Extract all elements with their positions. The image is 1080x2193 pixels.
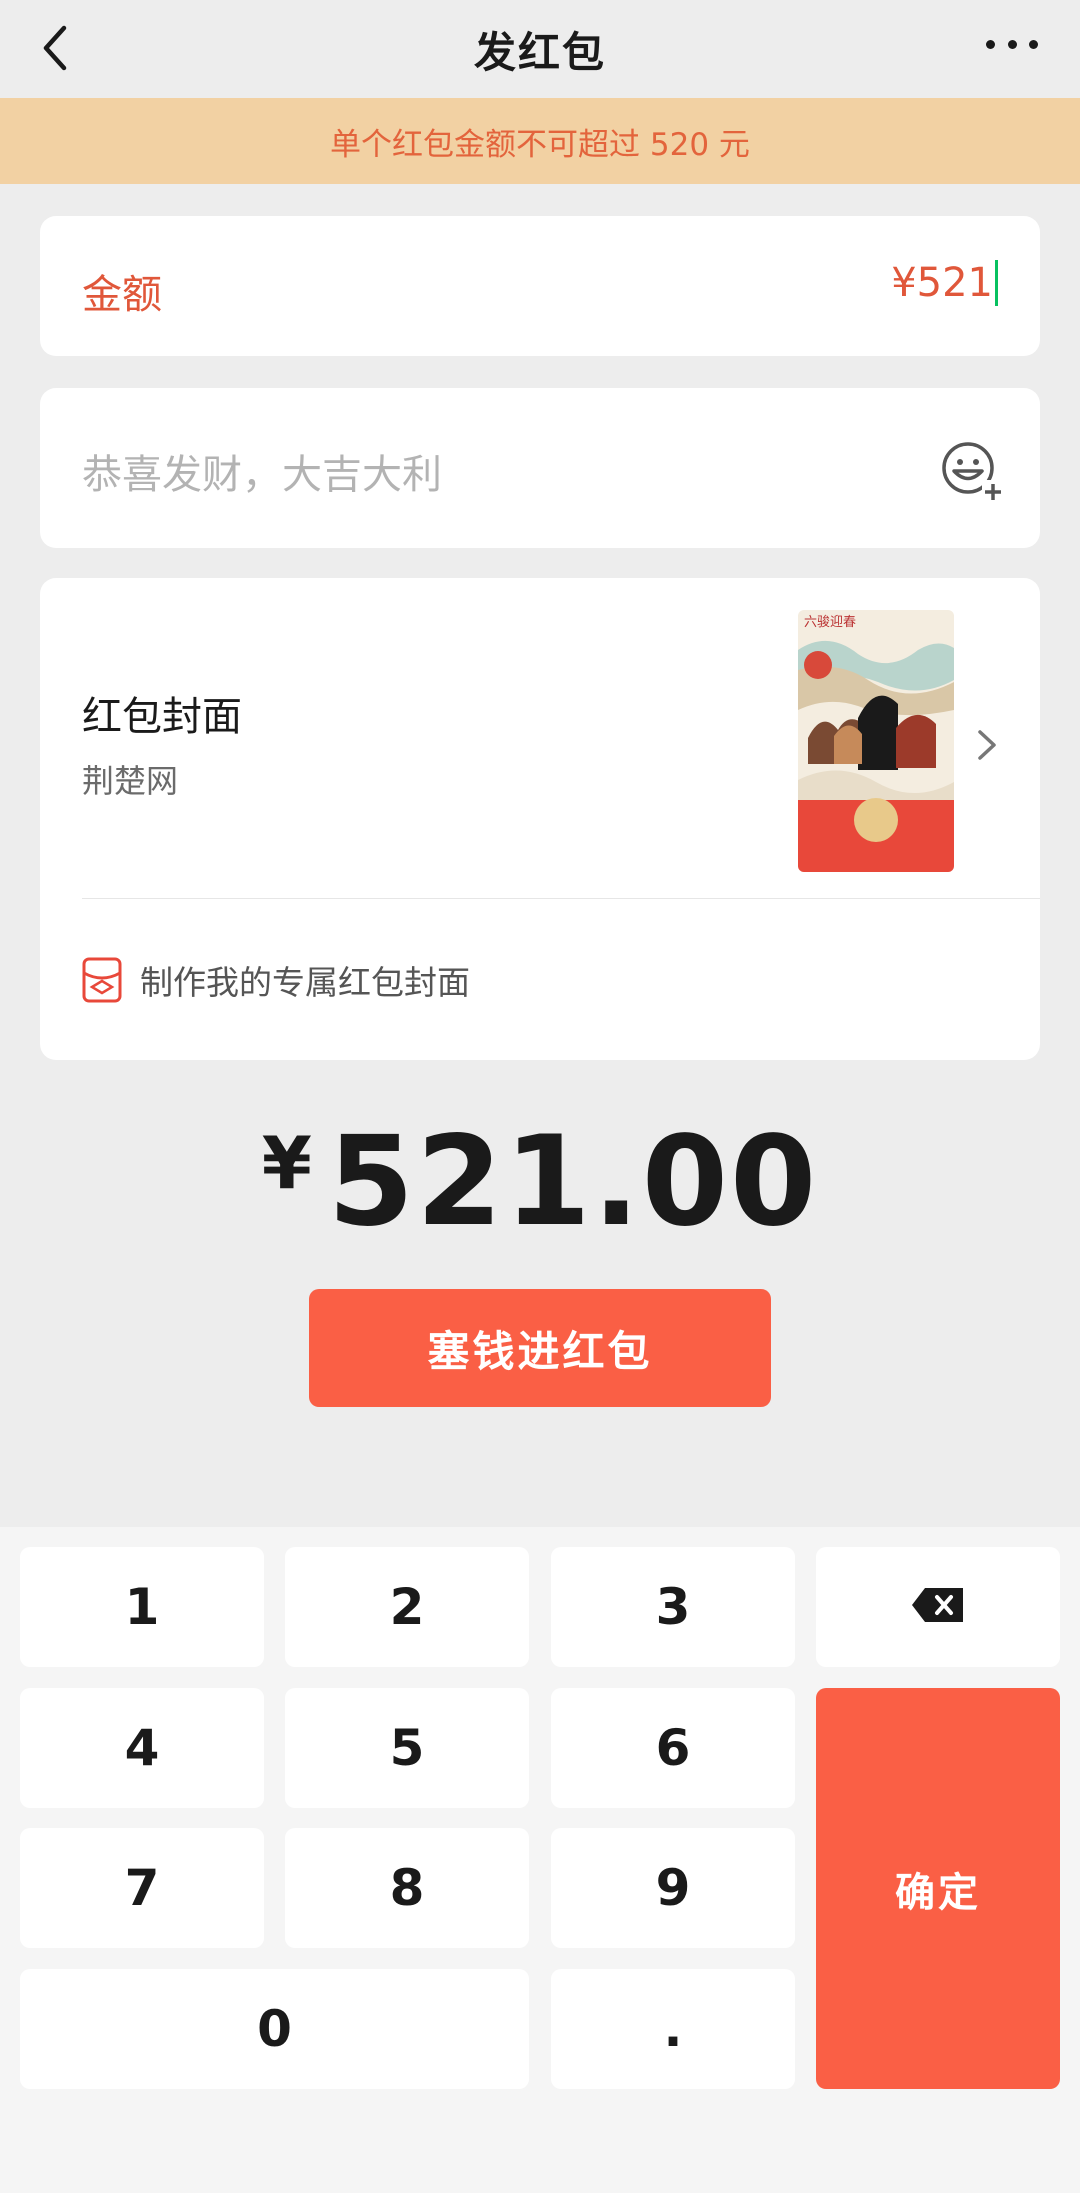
amount-value: ¥521	[891, 260, 993, 306]
key-6[interactable]: 6	[551, 1688, 795, 1808]
back-arrow-icon[interactable]	[38, 22, 78, 74]
amount-card[interactable]: 金额 ¥521	[40, 216, 1040, 356]
key-9[interactable]: 9	[551, 1828, 795, 1948]
make-cover-link[interactable]: 制作我的专属红包封面	[82, 956, 470, 1004]
backspace-key[interactable]	[816, 1547, 1060, 1667]
total-amount: ¥521.00	[0, 1110, 1080, 1254]
key-1[interactable]: 1	[20, 1547, 264, 1667]
top-bar: 发红包	[0, 0, 1080, 98]
key-4[interactable]: 4	[20, 1688, 264, 1808]
key-0[interactable]: 0	[20, 1969, 529, 2089]
currency-symbol: ¥	[261, 1121, 312, 1205]
numeric-keypad: 1 2 3 4 5 6 7 8 9 0 . 确定	[0, 1527, 1080, 2193]
amount-label: 金额	[82, 272, 162, 318]
key-7[interactable]: 7	[20, 1828, 264, 1948]
total-amount-value: 521.00	[327, 1110, 819, 1254]
backspace-icon	[911, 1578, 965, 1636]
cover-subtitle: 荆楚网	[82, 762, 179, 800]
cover-make-icon	[82, 957, 122, 1003]
greeting-input[interactable]: 恭喜发财，大吉大利	[82, 442, 442, 500]
key-3[interactable]: 3	[551, 1547, 795, 1667]
chevron-right-icon[interactable]	[972, 720, 1002, 770]
page-title: 发红包	[473, 27, 606, 77]
cover-title: 红包封面	[82, 694, 242, 740]
amount-input[interactable]: ¥521	[891, 260, 998, 306]
key-5[interactable]: 5	[285, 1688, 529, 1808]
confirm-key[interactable]: 确定	[816, 1688, 1060, 2089]
more-dots-icon[interactable]	[986, 28, 1038, 60]
greeting-card[interactable]: 恭喜发财，大吉大利	[40, 388, 1040, 548]
make-cover-label: 制作我的专属红包封面	[140, 963, 470, 1002]
svg-text:六骏迎春: 六骏迎春	[804, 615, 856, 630]
send-red-packet-button[interactable]: 塞钱进红包	[309, 1289, 771, 1407]
emoji-add-icon[interactable]	[940, 440, 1004, 504]
key-dot[interactable]: .	[551, 1969, 795, 2089]
limit-notice-banner: 单个红包金额不可超过 520 元	[0, 98, 1080, 184]
key-2[interactable]: 2	[285, 1547, 529, 1667]
cover-thumbnail-image[interactable]: 六骏迎春	[798, 610, 954, 872]
cover-card[interactable]: 红包封面 荆楚网 六骏迎春 制作我的专属红包封面	[40, 578, 1040, 1060]
divider	[82, 898, 1040, 899]
text-caret	[995, 260, 998, 306]
key-8[interactable]: 8	[285, 1828, 529, 1948]
